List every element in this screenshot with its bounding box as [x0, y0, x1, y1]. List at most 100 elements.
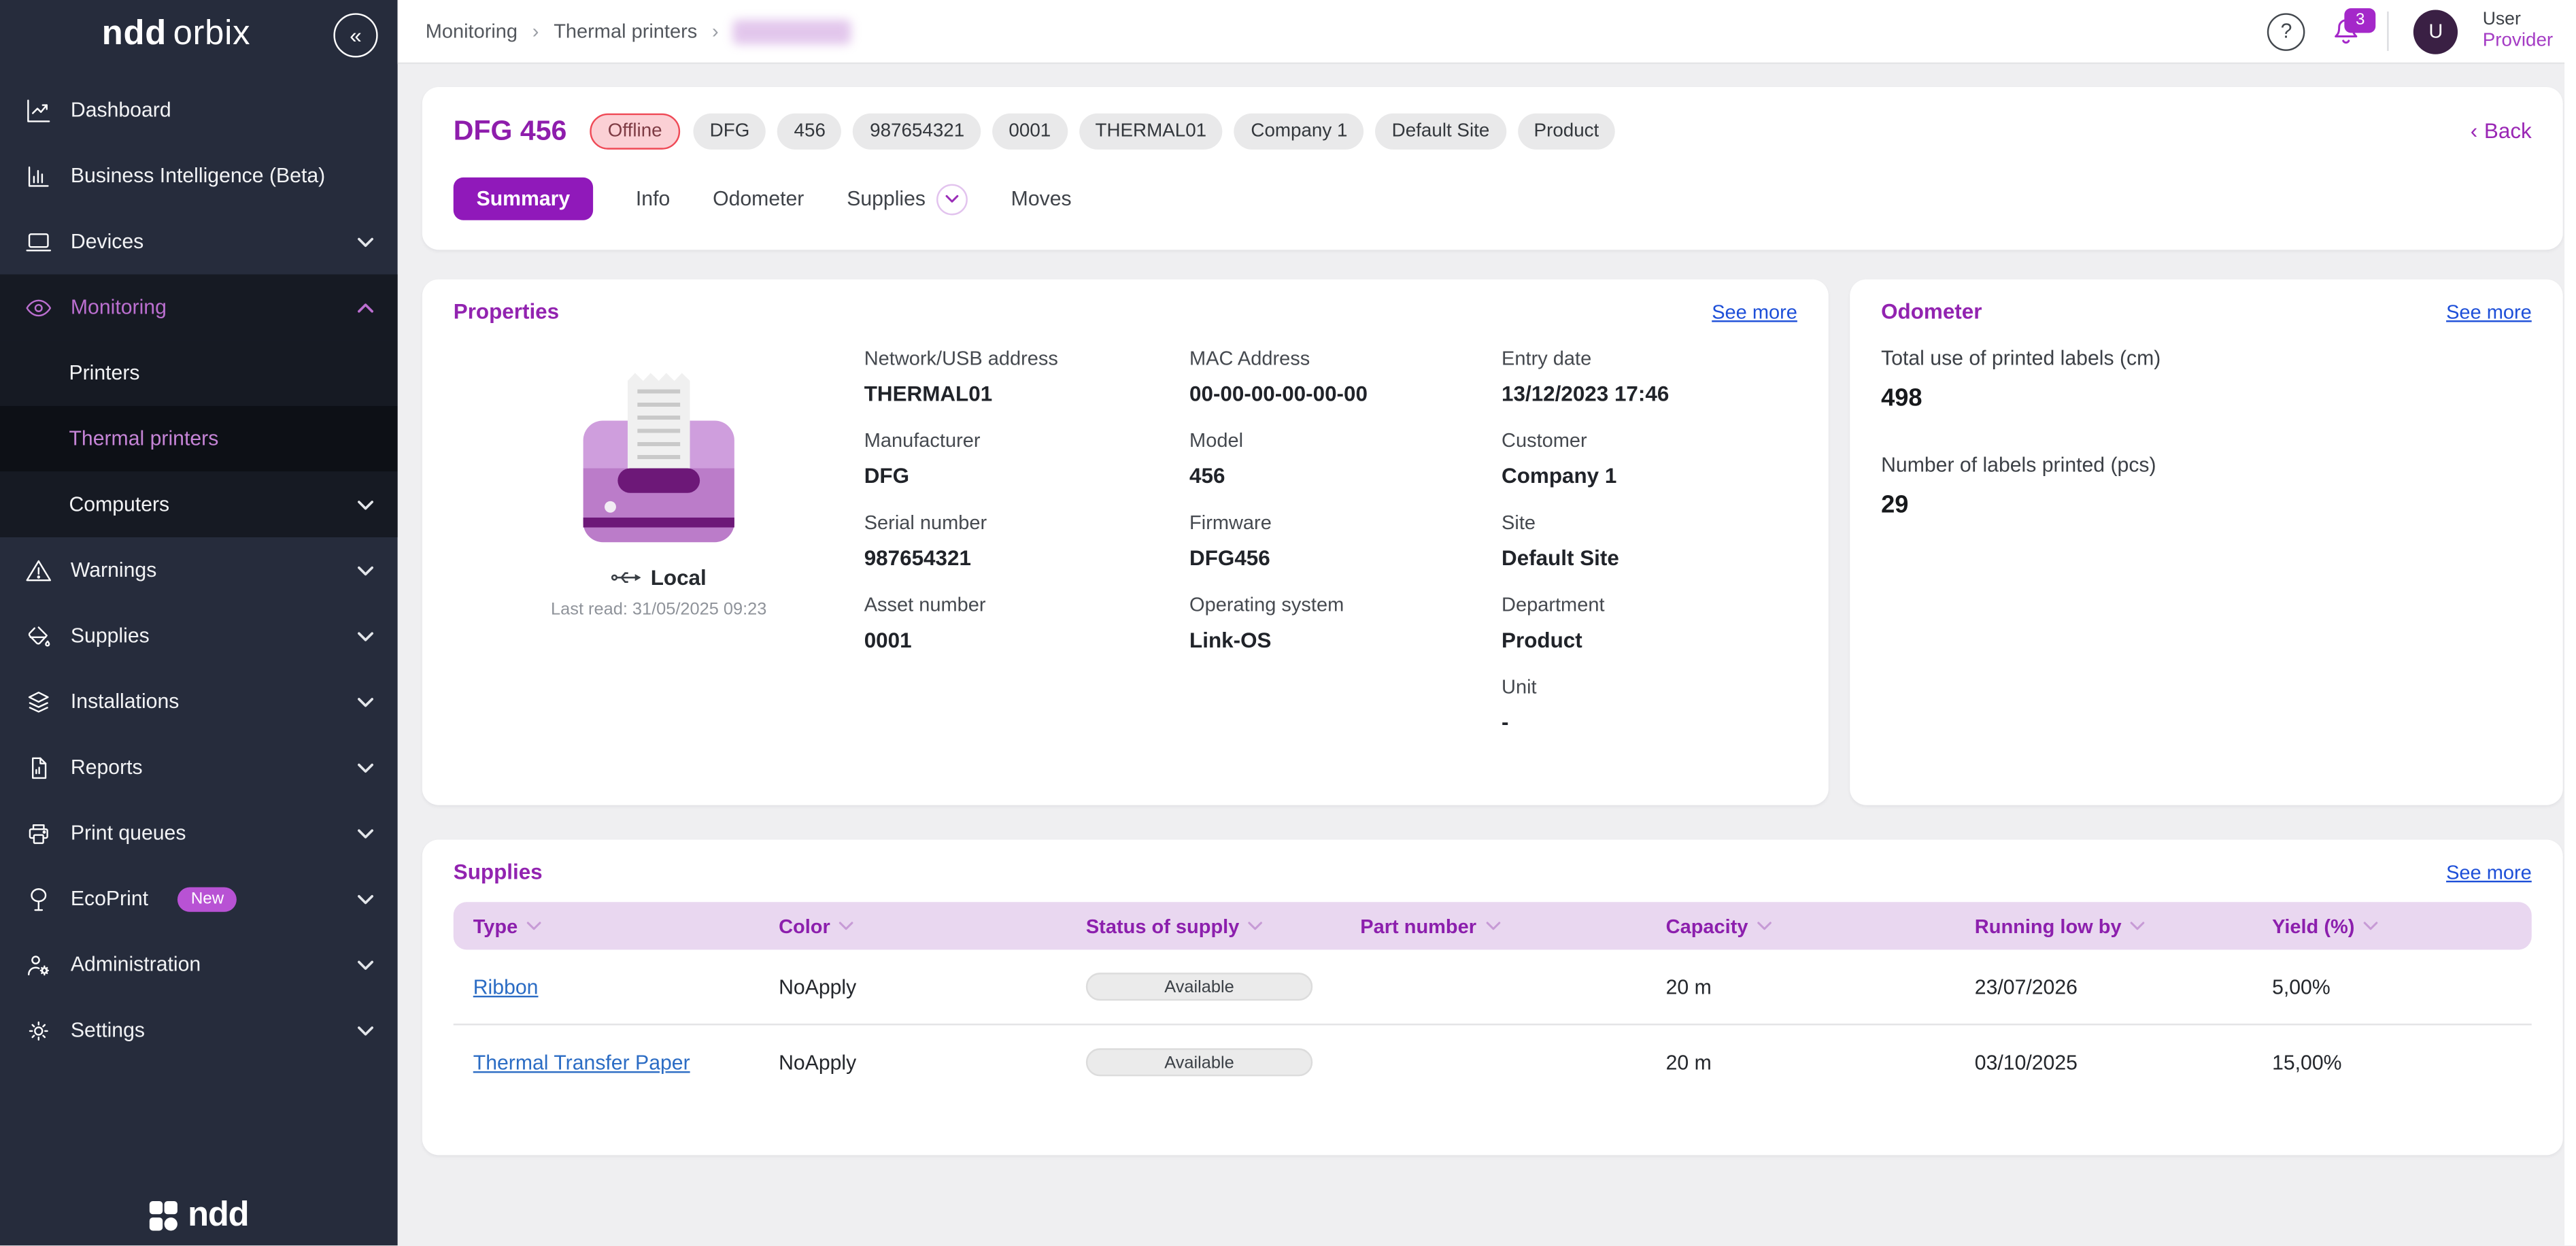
- property-field: CustomerCompany 1: [1502, 429, 1797, 488]
- user-gear-icon: [23, 949, 52, 979]
- odometer-see-more-link[interactable]: See more: [2446, 300, 2532, 323]
- property-value: Product: [1502, 628, 1797, 652]
- app-logo: nddorbix: [102, 15, 250, 54]
- chevron-down-icon: [356, 959, 375, 971]
- chevron-down-icon: [356, 565, 375, 576]
- supplies-card: Supplies See more Type ColorStatus of sup…: [422, 839, 2563, 1155]
- metric-label: Number of labels printed (pcs): [1881, 454, 2532, 477]
- breadcrumb-monitoring[interactable]: Monitoring: [426, 20, 518, 43]
- properties-see-more-link[interactable]: See more: [1712, 300, 1797, 323]
- supply-type-link[interactable]: Ribbon: [473, 975, 779, 998]
- sidebar-collapse-button[interactable]: «: [333, 12, 377, 56]
- sidebar: nddorbix « Dashboard Business Intelligenc…: [0, 0, 398, 1245]
- breadcrumb-separator: ›: [712, 20, 719, 43]
- column-header-color[interactable]: Color: [779, 914, 1086, 937]
- sidebar-item-administration[interactable]: Administration: [0, 932, 398, 998]
- tab-odometer[interactable]: Odometer: [713, 187, 804, 210]
- topbar: Monitoring › Thermal printers › ? 3 U Us…: [398, 0, 2576, 64]
- notifications-button[interactable]: 3: [2330, 15, 2362, 48]
- column-header-label: Type: [473, 914, 518, 937]
- property-label: Operating system: [1189, 593, 1502, 616]
- sidebar-item-printers[interactable]: Printers: [0, 340, 398, 406]
- tab-label: Info: [636, 187, 670, 210]
- property-label: Serial number: [864, 511, 1189, 534]
- column-header-label: Status of supply: [1086, 914, 1240, 937]
- tag-badge: 0001: [992, 112, 1067, 148]
- property-field: Model456: [1189, 429, 1502, 488]
- printer-icon: [23, 818, 52, 847]
- user-info[interactable]: User Provider: [2483, 10, 2553, 52]
- tag-badges: DFG4569876543210001THERMAL01Company 1Def…: [694, 112, 1627, 148]
- sidebar-logo-row: nddorbix «: [0, 0, 398, 69]
- property-value: 987654321: [864, 545, 1189, 570]
- sidebar-item-ecoprint[interactable]: EcoPrintNew: [0, 866, 398, 932]
- help-icon[interactable]: ?: [2267, 12, 2305, 50]
- sidebar-item-supplies[interactable]: Supplies: [0, 603, 398, 669]
- breadcrumb-separator: ›: [532, 20, 539, 43]
- sidebar-item-reports[interactable]: Reports: [0, 735, 398, 801]
- property-label: Firmware: [1189, 511, 1502, 534]
- app-logo-light: orbix: [173, 15, 251, 53]
- tab-moves[interactable]: Moves: [1011, 187, 1072, 210]
- column-header-label: Running low by: [1975, 914, 2122, 937]
- user-avatar[interactable]: U: [2413, 9, 2458, 53]
- report-icon: [23, 752, 52, 781]
- odometer-metric: Total use of printed labels (cm) 498: [1881, 347, 2532, 413]
- sidebar-item-business-intelligence-beta[interactable]: Business Intelligence (Beta): [0, 143, 398, 209]
- usb-icon: [611, 569, 641, 587]
- sidebar-item-monitoring[interactable]: Monitoring: [0, 274, 398, 340]
- sidebar-item-warnings[interactable]: Warnings: [0, 537, 398, 603]
- sidebar-item-settings[interactable]: Settings: [0, 997, 398, 1063]
- column-header-label: Yield (%): [2272, 914, 2354, 937]
- scrollbar-track[interactable]: [2564, 0, 2576, 1245]
- sidebar-item-label: EcoPrint: [71, 888, 148, 911]
- sidebar-item-print-queues[interactable]: Print queues: [0, 800, 398, 866]
- sort-chevron-icon: [838, 920, 855, 932]
- device-header-card: DFG 456 Offline DFG4569876543210001THERM…: [422, 87, 2563, 250]
- supply-row: RibbonNoApplyAvailable20 m23/07/20265,00…: [454, 949, 2532, 1025]
- supply-type-link[interactable]: Thermal Transfer Paper: [473, 1051, 779, 1074]
- column-header-yield[interactable]: Yield (%): [2272, 914, 2512, 937]
- column-header-label: Part number: [1360, 914, 1476, 937]
- sidebar-item-label: Warnings: [71, 558, 156, 582]
- supply-row: Thermal Transfer PaperNoApplyAvailable20…: [454, 1025, 2532, 1099]
- supplies-table-body: RibbonNoApplyAvailable20 m23/07/20265,00…: [454, 949, 2532, 1099]
- sidebar-item-thermal-printers[interactable]: Thermal printers: [0, 406, 398, 472]
- tab-info[interactable]: Info: [636, 187, 670, 210]
- tree-icon: [23, 884, 52, 913]
- property-value: Link-OS: [1189, 628, 1502, 652]
- sidebar-item-devices[interactable]: Devices: [0, 209, 398, 275]
- layers-icon: [23, 687, 52, 716]
- sidebar-item-installations[interactable]: Installations: [0, 669, 398, 735]
- property-value: 13/12/2023 17:46: [1502, 381, 1797, 405]
- column-header-capacity[interactable]: Capacity: [1666, 914, 1975, 937]
- odometer-title: Odometer: [1881, 299, 1982, 324]
- breadcrumb-current-redacted: [733, 19, 851, 44]
- back-button[interactable]: ‹Back: [2471, 118, 2532, 143]
- receipt-paper-shape: [628, 373, 690, 471]
- page-title: DFG 456: [454, 114, 567, 147]
- sidebar-item-label: Devices: [71, 230, 143, 253]
- sidebar-item-dashboard[interactable]: Dashboard: [0, 78, 398, 144]
- chevron-down-icon: [356, 1024, 375, 1036]
- odometer-card: Odometer See more Total use of printed l…: [1850, 280, 2562, 805]
- breadcrumb-thermal-printers[interactable]: Thermal printers: [554, 20, 697, 43]
- supply-color: NoApply: [779, 1051, 1086, 1074]
- column-header-type[interactable]: Type: [473, 914, 779, 937]
- sidebar-item-computers[interactable]: Computers: [0, 471, 398, 537]
- property-label: MAC Address: [1189, 347, 1502, 370]
- tab-supplies[interactable]: Supplies: [847, 183, 968, 214]
- tag-badge: THERMAL01: [1079, 112, 1223, 148]
- column-header-status-of-supply[interactable]: Status of supply: [1086, 914, 1360, 937]
- supplies-title: Supplies: [454, 859, 543, 883]
- column-header-part-number[interactable]: Part number: [1360, 914, 1665, 937]
- chevron-down-circle-icon[interactable]: [937, 183, 968, 214]
- supplies-see-more-link[interactable]: See more: [2446, 860, 2532, 883]
- column-header-running-low-by[interactable]: Running low by: [1975, 914, 2272, 937]
- sort-chevron-icon: [1485, 920, 1501, 932]
- tab-summary[interactable]: Summary: [454, 178, 593, 220]
- last-read-timestamp: Last read: 31/05/2025 09:23: [551, 600, 766, 620]
- property-label: Entry date: [1502, 347, 1797, 370]
- sidebar-item-label: Business Intelligence (Beta): [71, 165, 325, 188]
- bar-chart-icon: [23, 161, 52, 190]
